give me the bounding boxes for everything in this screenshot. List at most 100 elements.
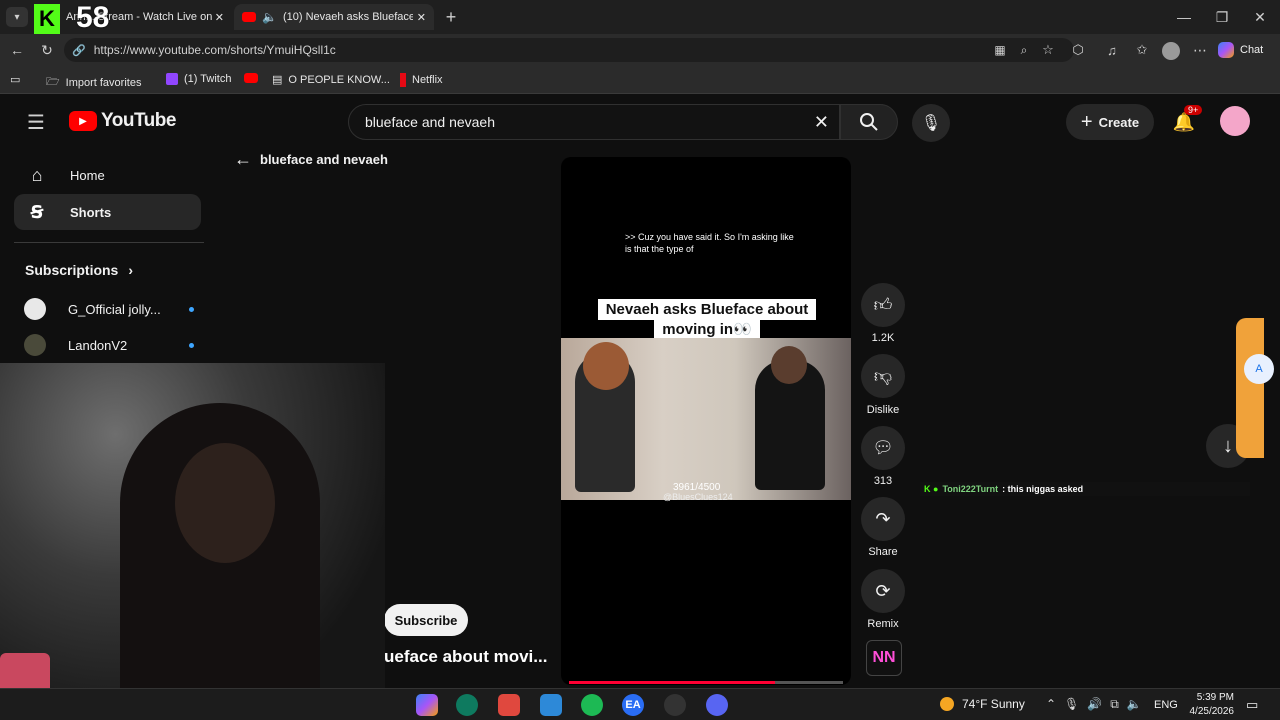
shorts-player[interactable]: >> Cuz you have said it. So I'm asking l… — [561, 157, 851, 685]
new-tab-button[interactable]: + — [440, 6, 462, 28]
progress-track[interactable] — [569, 681, 843, 684]
search-input[interactable]: blueface and nevaeh ✕ — [348, 104, 840, 140]
close-icon[interactable]: ✕ — [417, 11, 426, 24]
close-window-icon[interactable]: ✕ — [1248, 6, 1272, 28]
sidebar-item-home[interactable]: ⌂ Home — [14, 157, 201, 193]
tab-list-button[interactable]: ▾ — [6, 7, 28, 27]
comment-icon: 💬︎ — [872, 438, 894, 457]
more-icon[interactable]: ⋯ — [1190, 40, 1210, 60]
bookmark-twitch[interactable]: (1) Twitch — [166, 73, 231, 85]
like-button[interactable]: 👍︎ — [861, 283, 905, 327]
sound-thumbnail[interactable]: NN — [866, 640, 902, 676]
notifications-button[interactable]: 🔔 9+ — [1170, 105, 1203, 136]
sidebar-subscription[interactable]: LandonV2 — [24, 334, 194, 356]
bookmark-youtube[interactable] — [244, 73, 264, 83]
clock-time: 5:39 PM — [1196, 692, 1234, 703]
thumbs-up-icon: 👍︎ — [873, 295, 893, 315]
remix-button[interactable]: ⟳ — [861, 569, 905, 613]
spotify-icon[interactable] — [581, 694, 603, 716]
reading-view-icon[interactable]: ▭ — [10, 73, 20, 86]
shorts-icon: Ꞩ — [30, 201, 44, 222]
weather-widget[interactable]: 74°F Sunny — [940, 697, 1025, 711]
site-info-icon[interactable]: 🔗 — [72, 44, 86, 57]
arrow-down-icon: ↓ — [1223, 434, 1233, 457]
taskbar: EA 74°F Sunny ⌃🎙🔊⧉🔈 ENG 5:39 PM 4/25/202… — [0, 688, 1280, 720]
page-icon: ▤ — [272, 74, 283, 86]
menu-icon[interactable]: ☰ — [24, 110, 48, 134]
subscribe-button[interactable]: Subscribe — [384, 604, 468, 636]
new-content-dot — [189, 306, 194, 312]
taskbar-app-icon[interactable] — [416, 694, 438, 716]
refresh-icon[interactable]: ↻ — [36, 40, 58, 60]
subscriptions-header[interactable]: Subscriptions › — [25, 262, 133, 278]
progress-fill — [569, 681, 775, 684]
tab-youtube[interactable]: 🔈 (10) Nevaeh asks Blueface abo ✕ — [234, 4, 434, 30]
short-title: ueface about movi... — [384, 647, 548, 666]
bookmark-label: Import favorites — [65, 76, 142, 89]
avatar — [24, 334, 46, 356]
extensions-icon[interactable]: ⬡ — [1068, 40, 1088, 60]
youtube-icon — [244, 73, 258, 83]
zoom-icon[interactable]: ⌕ — [1014, 40, 1034, 60]
clock[interactable]: 5:39 PM 4/25/2026 — [1184, 691, 1235, 719]
bookmark-people-know[interactable]: ▤ O PEOPLE KNOW... — [272, 73, 390, 87]
sidebar-subscription[interactable]: G_Official jolly... — [24, 298, 194, 320]
video-title-overlay: Nevaeh asks Blueface about moving in👀 — [591, 299, 823, 339]
avatar — [24, 298, 46, 320]
profile-avatar[interactable] — [1162, 42, 1180, 60]
edge-icon[interactable] — [456, 694, 478, 716]
remix-label: Remix — [867, 618, 899, 630]
tab-label: (10) Nevaeh asks Blueface abo — [282, 11, 413, 23]
comments-button[interactable]: 💬︎ — [861, 426, 905, 470]
language-indicator[interactable]: ENG — [1154, 699, 1178, 711]
youtube-logo[interactable]: ▶ YouTube — [69, 110, 176, 132]
close-icon[interactable]: ✕ — [215, 11, 224, 24]
subscription-label: G_Official jolly... — [68, 301, 161, 317]
url-field[interactable]: 🔗 https://www.youtube.com/shorts/YmuiHQs… — [64, 38, 1074, 62]
clear-search-icon[interactable]: ✕ — [814, 112, 829, 133]
webcam-overlay — [0, 363, 385, 720]
youtube-play-icon: ▶ — [69, 111, 97, 131]
explorer-icon[interactable] — [540, 694, 562, 716]
arrow-left-icon: ← — [234, 149, 252, 169]
search-value: blueface and nevaeh — [365, 114, 495, 130]
discord-icon[interactable] — [706, 694, 728, 716]
caption-text: >> Cuz you have said it. So I'm asking l… — [625, 231, 815, 255]
translate-icon[interactable]: A — [1244, 354, 1274, 384]
create-label: Create — [1098, 114, 1140, 130]
collections-icon[interactable]: ♫ — [1102, 40, 1122, 60]
chat-user: Toni222Turnt — [942, 484, 999, 494]
search-button[interactable] — [840, 104, 898, 140]
store-icon[interactable] — [498, 694, 520, 716]
bookmark-netflix[interactable]: Netflix — [400, 73, 443, 87]
share-button[interactable]: ↷ — [861, 497, 905, 541]
create-button[interactable]: + Create — [1066, 104, 1154, 140]
stream-overlay-logo: K — [34, 4, 60, 34]
thumbs-down-icon: 👎︎ — [873, 366, 893, 386]
remix-icon: ⟳ — [875, 580, 891, 601]
favorites-icon[interactable]: ✩ — [1132, 40, 1152, 60]
ea-icon[interactable]: EA — [622, 694, 644, 716]
voice-search-button[interactable]: 🎙 — [912, 104, 950, 142]
subscription-label: LandonV2 — [68, 337, 128, 353]
sidebar-item-label: Shorts — [70, 204, 112, 220]
maximize-icon[interactable]: ❐ — [1210, 6, 1234, 28]
minimize-icon[interactable]: — — [1172, 6, 1196, 28]
tab-stream[interactable]: Ann... Stream - Watch Live on ✕ — [36, 4, 232, 30]
watch-widget[interactable] — [1236, 318, 1264, 458]
bookmark-import-favorites[interactable]: 🗁 Import favorites — [46, 73, 141, 92]
tray-icons[interactable]: ⌃🎙🔊⧉🔈 — [1046, 697, 1150, 712]
favorite-star-icon[interactable]: ☆ — [1038, 40, 1058, 60]
steam-icon[interactable] — [664, 694, 686, 716]
url-text: https://www.youtube.com/shorts/YmuiHQsll… — [93, 43, 336, 57]
sidebar-item-shorts[interactable]: Ꞩ Shorts — [14, 194, 201, 230]
back-to-search-link[interactable]: ← blueface and nevaeh — [234, 149, 388, 170]
account-avatar[interactable] — [1220, 106, 1250, 136]
dislike-button[interactable]: 👎︎ — [861, 354, 905, 398]
back-icon[interactable]: ← — [6, 40, 28, 60]
chat-text: : this niggas asked — [1002, 484, 1084, 494]
notification-center-icon[interactable]: ▭ — [1246, 697, 1258, 713]
copilot-chat-button[interactable]: Chat — [1218, 40, 1274, 60]
apps-icon[interactable]: ▦ — [990, 40, 1010, 60]
title-line: moving in👀 — [654, 320, 760, 338]
